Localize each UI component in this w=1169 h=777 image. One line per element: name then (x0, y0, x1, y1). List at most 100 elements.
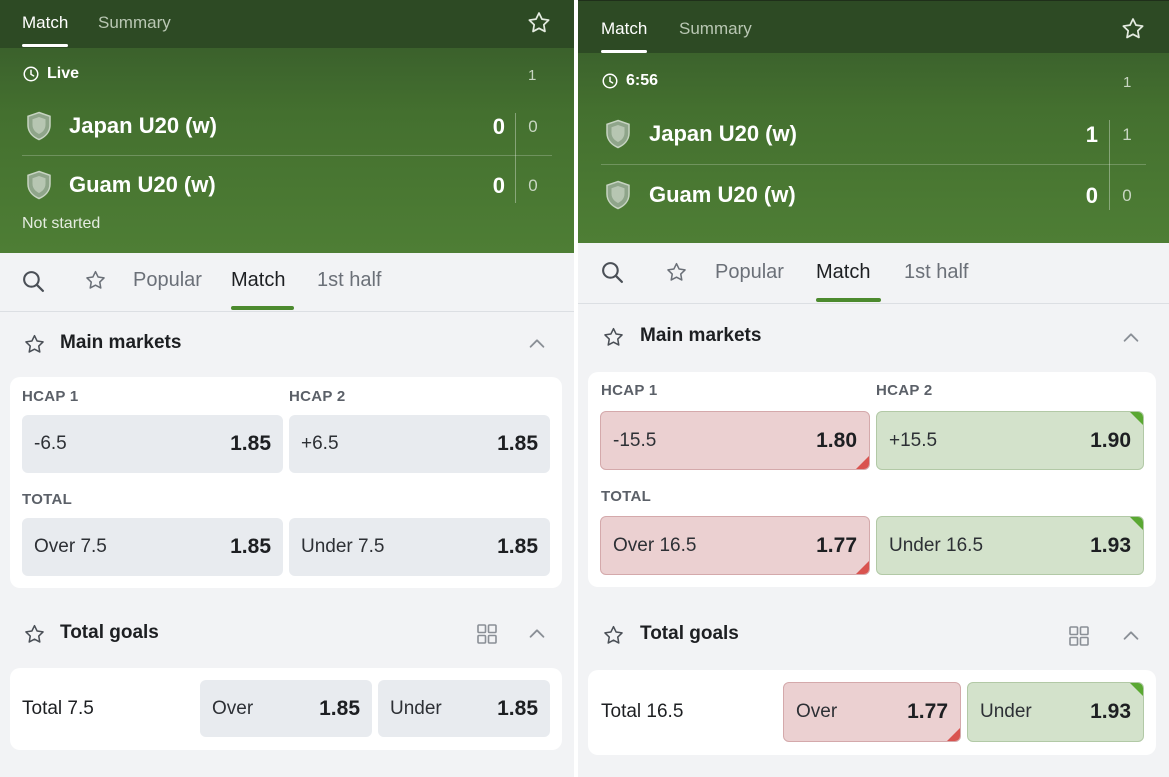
tab-match-markets[interactable]: Match (231, 269, 285, 292)
away-score: 0 (492, 173, 505, 198)
tab-1st-half[interactable]: 1st half (317, 269, 381, 292)
hcap1-label: HCAP 1 (601, 382, 658, 399)
chevron-up-icon[interactable] (1120, 327, 1142, 349)
odds-value: 1.85 (230, 432, 271, 455)
odds-label: Under 16.5 (889, 534, 984, 556)
tab-match-label: Match (601, 19, 648, 38)
top-tabs: Match Summary (578, 0, 1169, 53)
odds-value: 1.90 (1090, 428, 1131, 452)
odds-value: 1.85 (497, 432, 538, 455)
grid-icon[interactable] (1067, 624, 1091, 648)
search-icon[interactable] (600, 260, 625, 285)
odds-button-hcap2[interactable]: +6.5 1.85 (289, 415, 550, 473)
star-icon[interactable] (602, 326, 625, 349)
tab-match[interactable]: Match (22, 13, 69, 47)
away-score: 0 (1085, 183, 1098, 208)
odds-value: 1.93 (1090, 700, 1131, 723)
odds-label: Over (796, 701, 838, 722)
odds-button-hcap2[interactable]: +15.5 1.90 (876, 411, 1144, 470)
odds-button-total-over[interactable]: Over 1.77 (783, 682, 961, 742)
home-team-name: Japan U20 (w) (649, 121, 797, 146)
odds-button-total-under[interactable]: Under 1.93 (967, 682, 1144, 742)
right-screen: Match Summary 6:56 1 Japan U20 (w) 1 1 G… (578, 0, 1169, 777)
total-line-label: Total 16.5 (601, 701, 684, 722)
odds-value: 1.93 (1090, 533, 1131, 557)
tab-popular[interactable]: Popular (715, 261, 784, 284)
shield-icon (25, 170, 53, 200)
tab-summary-label: Summary (98, 13, 171, 32)
odds-rise-indicator (1130, 517, 1143, 530)
section-title-total-goals: Total goals (60, 622, 159, 643)
star-icon[interactable] (602, 624, 625, 647)
total-label: TOTAL (601, 488, 652, 505)
favorite-star-icon[interactable] (1120, 16, 1146, 42)
search-icon[interactable] (21, 269, 46, 294)
score-divider (515, 113, 516, 203)
odds-drop-indicator (947, 728, 960, 741)
odds-label: Over 7.5 (34, 536, 107, 557)
divider (601, 164, 1146, 165)
odds-value: 1.85 (497, 535, 538, 558)
odds-drop-indicator (856, 456, 869, 469)
clock-icon (601, 72, 619, 90)
odds-button-over[interactable]: Over 7.5 1.85 (22, 518, 283, 576)
tab-popular[interactable]: Popular (133, 269, 202, 292)
odds-value: 1.85 (230, 535, 271, 558)
odds-value: 1.77 (907, 700, 948, 723)
odds-button-over[interactable]: Over 16.5 1.77 (600, 516, 870, 575)
tab-underline (601, 50, 648, 53)
home-period-score: 0 (528, 117, 538, 136)
away-team-name: Guam U20 (w) (69, 172, 216, 197)
favorite-star-icon[interactable] (526, 10, 552, 36)
total-label: TOTAL (22, 491, 73, 508)
section-title-main-markets: Main markets (60, 332, 182, 353)
period-header: 1 (528, 67, 537, 84)
total-goals-card: Total 7.5 Over 1.85 Under 1.85 (10, 668, 562, 750)
total-line-label: Total 7.5 (22, 698, 94, 719)
chevron-up-icon[interactable] (1120, 625, 1142, 647)
tab-summary-label: Summary (679, 19, 752, 38)
score-divider (1109, 120, 1110, 210)
tab-1st-half[interactable]: 1st half (904, 261, 968, 284)
home-score: 0 (492, 114, 505, 139)
tab-match-label: Match (22, 13, 69, 32)
main-markets-card: HCAP 1 HCAP 2 -15.5 1.80 +15.5 1.90 TOTA… (588, 372, 1156, 587)
active-tab-underline (231, 306, 294, 310)
hcap2-label: HCAP 2 (289, 388, 346, 405)
shield-icon (604, 119, 632, 149)
odds-label: Over (212, 697, 254, 719)
odds-rise-indicator (1130, 683, 1143, 696)
chevron-up-icon[interactable] (526, 333, 548, 355)
odds-button-under[interactable]: Under 7.5 1.85 (289, 518, 550, 576)
period-header: 1 (1123, 74, 1132, 91)
favorites-star-icon[interactable] (665, 261, 688, 284)
tab-summary[interactable]: Summary (679, 19, 752, 39)
odds-button-hcap1[interactable]: -15.5 1.80 (600, 411, 870, 470)
shield-icon (25, 111, 53, 141)
chevron-up-icon[interactable] (526, 623, 548, 645)
odds-button-total-under[interactable]: Under 1.85 (378, 680, 550, 737)
home-team-name: Japan U20 (w) (69, 113, 217, 138)
tab-match[interactable]: Match (601, 19, 648, 53)
odds-label: Under (390, 697, 442, 719)
odds-button-hcap1[interactable]: -6.5 1.85 (22, 415, 283, 473)
market-tabs: Popular Match 1st half (578, 243, 1169, 304)
live-label: Live (47, 65, 80, 82)
odds-button-under[interactable]: Under 16.5 1.93 (876, 516, 1144, 575)
main-markets-card: HCAP 1 HCAP 2 -6.5 1.85 +6.5 1.85 TOTAL … (10, 377, 562, 588)
star-icon[interactable] (23, 333, 46, 356)
hcap2-label: HCAP 2 (876, 382, 933, 399)
top-tabs: Match Summary (0, 0, 574, 48)
grid-icon[interactable] (475, 622, 499, 646)
favorites-star-icon[interactable] (84, 269, 107, 292)
tab-summary[interactable]: Summary (98, 13, 171, 33)
odds-label: Over 16.5 (613, 534, 697, 556)
odds-label: -6.5 (34, 433, 67, 454)
odds-button-total-over[interactable]: Over 1.85 (200, 680, 372, 737)
match-clock: 6:56 (626, 72, 659, 89)
live-status: 6:56 (601, 72, 658, 90)
star-icon[interactable] (23, 623, 46, 646)
shield-icon (604, 180, 632, 210)
active-tab-underline (816, 298, 881, 302)
tab-match-markets[interactable]: Match (816, 261, 870, 284)
